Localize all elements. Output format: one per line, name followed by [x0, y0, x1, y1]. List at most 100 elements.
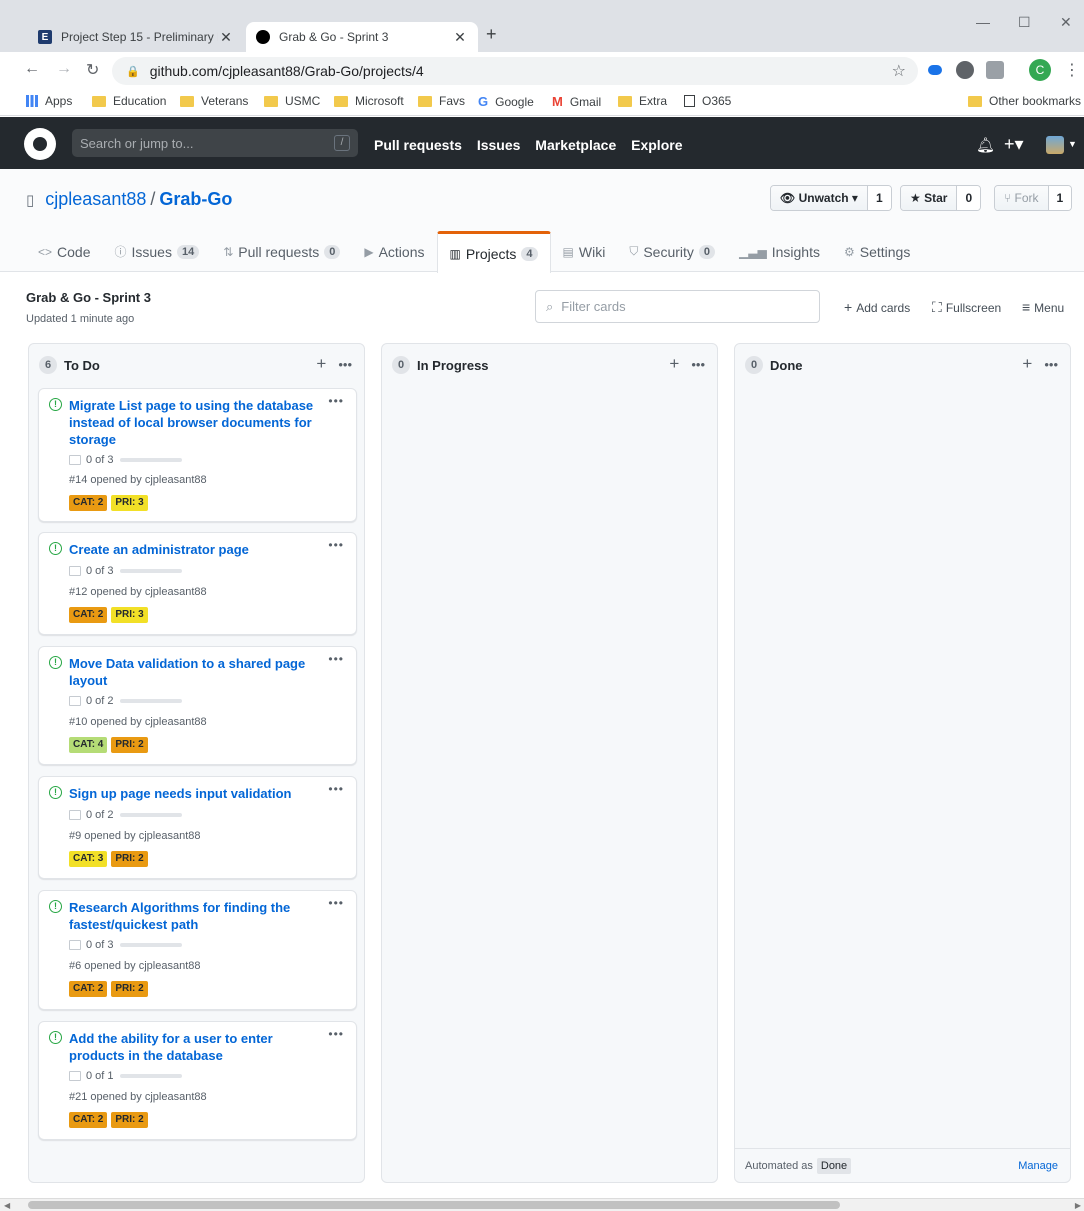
card-title[interactable]: Create an administrator page: [69, 541, 319, 558]
manage-automation-link[interactable]: Manage: [1018, 1160, 1058, 1172]
label[interactable]: PRI: 2: [111, 851, 148, 867]
issue-card[interactable]: ! Sign up page needs input validation ••…: [38, 776, 357, 879]
bookmark-o365[interactable]: O365: [684, 94, 731, 108]
star-button[interactable]: ★ Star: [901, 186, 958, 210]
user-avatar[interactable]: [1046, 136, 1064, 154]
card-menu-icon[interactable]: •••: [328, 896, 344, 910]
scrollbar-thumb[interactable]: [28, 1201, 840, 1209]
label[interactable]: PRI: 3: [111, 495, 148, 511]
back-icon[interactable]: ←: [24, 60, 40, 78]
create-new-icon[interactable]: +▾: [1004, 134, 1024, 155]
chrome-menu-icon[interactable]: ⋮: [1064, 60, 1080, 80]
chevron-down-icon[interactable]: ▼: [1068, 139, 1077, 149]
label[interactable]: CAT: 2: [69, 607, 108, 623]
forward-icon[interactable]: →: [56, 60, 72, 78]
bookmark-star-icon[interactable]: ☆: [892, 61, 906, 81]
star-count[interactable]: 0: [957, 186, 981, 210]
bookmark-favs[interactable]: Favs: [418, 94, 465, 108]
card-menu-icon[interactable]: •••: [328, 782, 344, 796]
filter-cards-input[interactable]: ⌕ Filter cards: [535, 290, 820, 323]
bookmark-veterans[interactable]: Veterans: [180, 94, 248, 108]
tab-actions[interactable]: ▶ Actions: [352, 231, 436, 272]
label[interactable]: CAT: 4: [69, 737, 108, 753]
browser-tab-grab-go[interactable]: Grab & Go - Sprint 3 ✕: [246, 22, 478, 52]
browser-tab-project-step[interactable]: E Project Step 15 - Preliminary Pro ✕: [28, 22, 244, 52]
tab-wiki[interactable]: ▤ Wiki: [551, 231, 618, 272]
extension-icon[interactable]: [956, 61, 974, 79]
close-window-icon[interactable]: ✕: [1060, 14, 1072, 31]
tab-code[interactable]: <> Code: [26, 231, 102, 272]
issue-card[interactable]: ! Migrate List page to using the databas…: [38, 388, 357, 522]
issue-card[interactable]: ! Add the ability for a user to enter pr…: [38, 1021, 357, 1140]
reload-icon[interactable]: ↻: [86, 60, 99, 80]
close-tab-icon[interactable]: ✕: [452, 29, 468, 46]
close-tab-icon[interactable]: ✕: [218, 29, 234, 46]
repo-name-link[interactable]: Grab-Go: [159, 189, 232, 209]
card-menu-icon[interactable]: •••: [328, 538, 344, 552]
card-title[interactable]: Move Data validation to a shared page la…: [69, 655, 319, 689]
issue-card[interactable]: ! Move Data validation to a shared page …: [38, 646, 357, 765]
issue-card[interactable]: ! Create an administrator page ••• 0 of …: [38, 532, 357, 635]
label[interactable]: PRI: 2: [111, 737, 148, 753]
label[interactable]: CAT: 2: [69, 1112, 108, 1128]
scroll-left-icon[interactable]: ◀: [4, 1199, 10, 1211]
bookmark-google[interactable]: G Google: [478, 94, 534, 109]
tab-insights[interactable]: ▁▃▅ Insights: [727, 231, 832, 272]
onedrive-icon[interactable]: [928, 65, 942, 75]
fork-button[interactable]: ⑂ Fork: [995, 186, 1049, 210]
maximize-icon[interactable]: ☐: [1018, 14, 1031, 31]
cast-icon[interactable]: [986, 61, 1004, 79]
tab-settings[interactable]: ⚙ Settings: [832, 231, 922, 272]
bookmark-education[interactable]: Education: [92, 94, 166, 108]
add-card-icon[interactable]: +: [316, 354, 326, 373]
label[interactable]: CAT: 2: [69, 981, 108, 997]
menu-button[interactable]: ≡ Menu: [1022, 299, 1064, 315]
add-card-icon[interactable]: +: [669, 354, 679, 373]
bookmark-extra[interactable]: Extra: [618, 94, 667, 108]
tab-issues[interactable]: ⓘ Issues 14: [102, 231, 211, 272]
github-logo-icon[interactable]: [24, 128, 56, 160]
tab-pull-requests[interactable]: ⇅ Pull requests 0: [211, 231, 352, 272]
tab-projects[interactable]: ▥ Projects 4: [436, 231, 551, 273]
bookmark-apps[interactable]: Apps: [26, 94, 72, 108]
card-title[interactable]: Research Algorithms for finding the fast…: [69, 899, 319, 933]
bell-icon[interactable]: 🔔︎: [976, 136, 995, 154]
nav-explore[interactable]: Explore: [631, 137, 682, 153]
add-card-icon[interactable]: +: [1022, 354, 1032, 373]
label[interactable]: CAT: 3: [69, 851, 108, 867]
watch-count[interactable]: 1: [867, 186, 891, 210]
minimize-icon[interactable]: —: [976, 14, 990, 30]
label[interactable]: PRI: 2: [111, 981, 148, 997]
issue-card[interactable]: ! Research Algorithms for finding the fa…: [38, 890, 357, 1010]
card-title[interactable]: Add the ability for a user to enter prod…: [69, 1030, 319, 1064]
card-title[interactable]: Sign up page needs input validation: [69, 785, 319, 802]
nav-issues[interactable]: Issues: [477, 137, 521, 153]
column-menu-icon[interactable]: •••: [1044, 357, 1058, 372]
unwatch-button[interactable]: 👁︎ Unwatch ▾: [771, 186, 868, 210]
scroll-right-icon[interactable]: ▶: [1075, 1199, 1081, 1211]
card-title[interactable]: Migrate List page to using the database …: [69, 397, 319, 448]
address-bar[interactable]: 🔒 github.com/cjpleasant88/Grab-Go/projec…: [112, 57, 918, 85]
fullscreen-button[interactable]: ⛶ Fullscreen: [932, 299, 1001, 316]
card-menu-icon[interactable]: •••: [328, 652, 344, 666]
label[interactable]: CAT: 2: [69, 495, 108, 511]
column-menu-icon[interactable]: •••: [691, 357, 705, 372]
profile-avatar[interactable]: C: [1029, 59, 1051, 81]
label[interactable]: PRI: 2: [111, 1112, 148, 1128]
label[interactable]: PRI: 3: [111, 607, 148, 623]
bookmark-microsoft[interactable]: Microsoft: [334, 94, 404, 108]
bookmark-usmc[interactable]: USMC: [264, 94, 320, 108]
horizontal-scrollbar[interactable]: ◀ ▶: [0, 1198, 1084, 1211]
github-search-input[interactable]: Search or jump to... /: [72, 129, 358, 157]
nav-pull-requests[interactable]: Pull requests: [374, 137, 462, 153]
repo-owner-link[interactable]: cjpleasant88: [45, 189, 146, 209]
card-menu-icon[interactable]: •••: [328, 1027, 344, 1041]
bookmark-gmail[interactable]: M Gmail: [552, 94, 601, 109]
new-tab-icon[interactable]: +: [486, 24, 497, 45]
bookmark-other[interactable]: Other bookmarks: [968, 94, 1081, 108]
add-cards-button[interactable]: + Add cards: [844, 299, 910, 315]
card-menu-icon[interactable]: •••: [328, 394, 344, 408]
tab-security[interactable]: ⛉ Security 0: [617, 231, 727, 272]
column-menu-icon[interactable]: •••: [338, 357, 352, 372]
fork-count[interactable]: 1: [1048, 186, 1072, 210]
